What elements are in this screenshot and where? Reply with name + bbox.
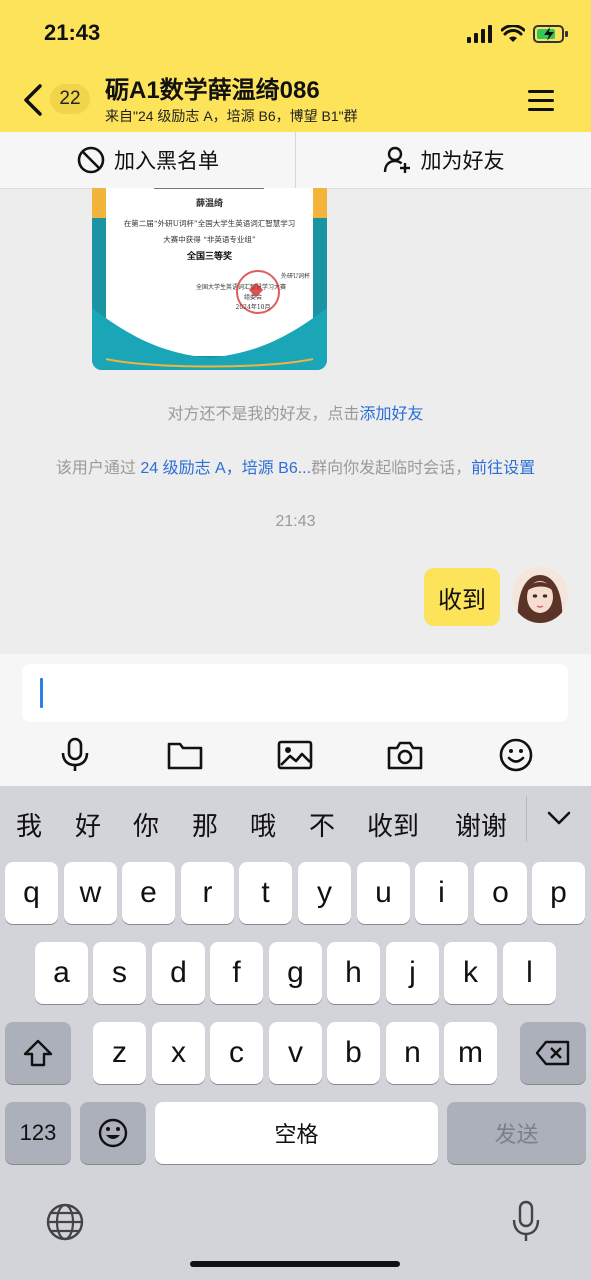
key-a[interactable]: a (35, 942, 88, 1004)
block-button[interactable]: 加入黑名单 (0, 132, 295, 188)
temp-chat-notice: 该用户通过 24 级励志 A，培源 B6...群向你发起临时会话，前往设置 (0, 454, 591, 478)
camera-button[interactable] (383, 734, 427, 776)
cert-name: 薛温绮 (195, 199, 223, 209)
add-friend-link[interactable]: 添加好友 (360, 406, 424, 423)
candidate-word[interactable]: 好 (75, 806, 101, 843)
key-l[interactable]: l (503, 942, 556, 1004)
my-avatar[interactable] (512, 567, 568, 623)
signal-icon (467, 25, 492, 43)
key-g[interactable]: g (269, 942, 322, 1004)
cert-border-gold-left (92, 188, 106, 218)
key-q[interactable]: q (5, 862, 58, 924)
microphone-icon (61, 737, 89, 771)
block-label: 加入黑名单 (114, 150, 219, 173)
message-timestamp: 21:43 (275, 513, 316, 530)
block-icon (77, 146, 105, 174)
space-key[interactable]: 空格 (155, 1102, 438, 1164)
key-h[interactable]: h (327, 942, 380, 1004)
file-button[interactable] (163, 734, 207, 776)
voice-button[interactable] (53, 734, 97, 776)
camera-icon (387, 741, 423, 770)
candidate-word[interactable]: 你 (133, 806, 159, 843)
key-r[interactable]: r (181, 862, 234, 924)
cert-line (154, 188, 264, 189)
emoji-button[interactable] (494, 734, 538, 776)
add-user-icon (383, 146, 410, 173)
send-key[interactable]: 发送 (447, 1102, 586, 1164)
candidate-divider (526, 796, 527, 842)
temp-chat-suffix: 群向你发起临时会话， (311, 460, 472, 477)
cert-seal-text: 外研U词杯 (280, 273, 310, 280)
unread-count-badge[interactable]: 22 (50, 84, 90, 114)
key-e[interactable]: e (122, 862, 175, 924)
key-w[interactable]: w (64, 862, 117, 924)
cert-wave-border (92, 308, 327, 370)
chat-subtitle: 来自"24 级励志 A，培源 B6，博望 B1"群 (105, 108, 358, 124)
key-u[interactable]: u (357, 862, 410, 924)
image-icon (277, 740, 313, 770)
globe-icon[interactable] (45, 1202, 85, 1242)
backspace-icon (535, 1040, 570, 1066)
not-friend-notice: 对方还不是我的好友，点击添加好友 (0, 400, 591, 424)
key-y[interactable]: y (298, 862, 351, 924)
battery-charging-icon (533, 25, 568, 43)
key-d[interactable]: d (152, 942, 205, 1004)
dictation-microphone-icon[interactable] (510, 1200, 542, 1244)
menu-icon[interactable] (528, 88, 554, 112)
key-n[interactable]: n (386, 1022, 439, 1084)
text-caret (40, 678, 43, 708)
cert-award: 全国三等奖 (186, 252, 232, 262)
candidate-word[interactable]: 不 (309, 806, 335, 843)
group-link[interactable]: 24 级励志 A，培源 B6... (140, 460, 311, 477)
certificate-image[interactable]: 薛温绮 在第二届“外研U词杯”全国大学生英语词汇智慧学习 大赛中获得 “非英语专… (92, 188, 327, 370)
chat-title: 砺A1数学薛温绮086 (105, 77, 320, 104)
key-t[interactable]: t (239, 862, 292, 924)
candidate-word[interactable]: 谢谢 (455, 806, 507, 843)
add-friend-button[interactable]: 加为好友 (296, 132, 591, 188)
numbers-key[interactable]: 123 (5, 1102, 71, 1164)
folder-icon (167, 742, 203, 770)
key-f[interactable]: f (210, 942, 263, 1004)
expand-candidates-icon[interactable] (547, 810, 571, 826)
status-icons (467, 24, 569, 44)
key-z[interactable]: z (93, 1022, 146, 1084)
emoji-key[interactable] (80, 1102, 146, 1164)
add-friend-label: 加为好友 (420, 150, 505, 173)
shift-icon (23, 1039, 53, 1067)
key-c[interactable]: c (210, 1022, 263, 1084)
status-time: 21:43 (44, 20, 101, 45)
candidate-word[interactable]: 哦 (250, 806, 276, 843)
not-friend-text: 对方还不是我的好友，点击 (167, 406, 360, 423)
key-b[interactable]: b (327, 1022, 380, 1084)
key-x[interactable]: x (152, 1022, 205, 1084)
candidate-word[interactable]: 我 (16, 806, 42, 843)
candidate-word[interactable]: 那 (192, 806, 218, 843)
key-o[interactable]: o (474, 862, 527, 924)
key-s[interactable]: s (93, 942, 146, 1004)
settings-link[interactable]: 前往设置 (471, 460, 535, 477)
message-input[interactable] (22, 664, 568, 722)
key-j[interactable]: j (386, 942, 439, 1004)
image-button[interactable] (273, 734, 317, 776)
home-indicator (190, 1261, 400, 1267)
key-p[interactable]: p (532, 862, 585, 924)
back-chevron-icon[interactable] (18, 82, 52, 118)
temp-chat-prefix: 该用户通过 (55, 460, 136, 477)
cert-line2: 大赛中获得 “非英语专业组” (163, 235, 256, 244)
emoji-smiley-icon (98, 1118, 128, 1148)
shift-key[interactable] (5, 1022, 71, 1084)
cert-border-gold-right (313, 188, 327, 218)
key-v[interactable]: v (269, 1022, 322, 1084)
key-k[interactable]: k (444, 942, 497, 1004)
cert-line1: 在第二届“外研U词杯”全国大学生英语词汇智慧学习 (123, 219, 296, 228)
key-i[interactable]: i (415, 862, 468, 924)
avatar-portrait-icon (512, 567, 568, 623)
my-message-bubble[interactable]: 收到 (424, 568, 500, 626)
key-m[interactable]: m (444, 1022, 497, 1084)
smiley-icon (499, 738, 533, 772)
delete-key[interactable] (520, 1022, 586, 1084)
wifi-icon (501, 25, 525, 42)
candidate-word[interactable]: 收到 (367, 806, 419, 843)
